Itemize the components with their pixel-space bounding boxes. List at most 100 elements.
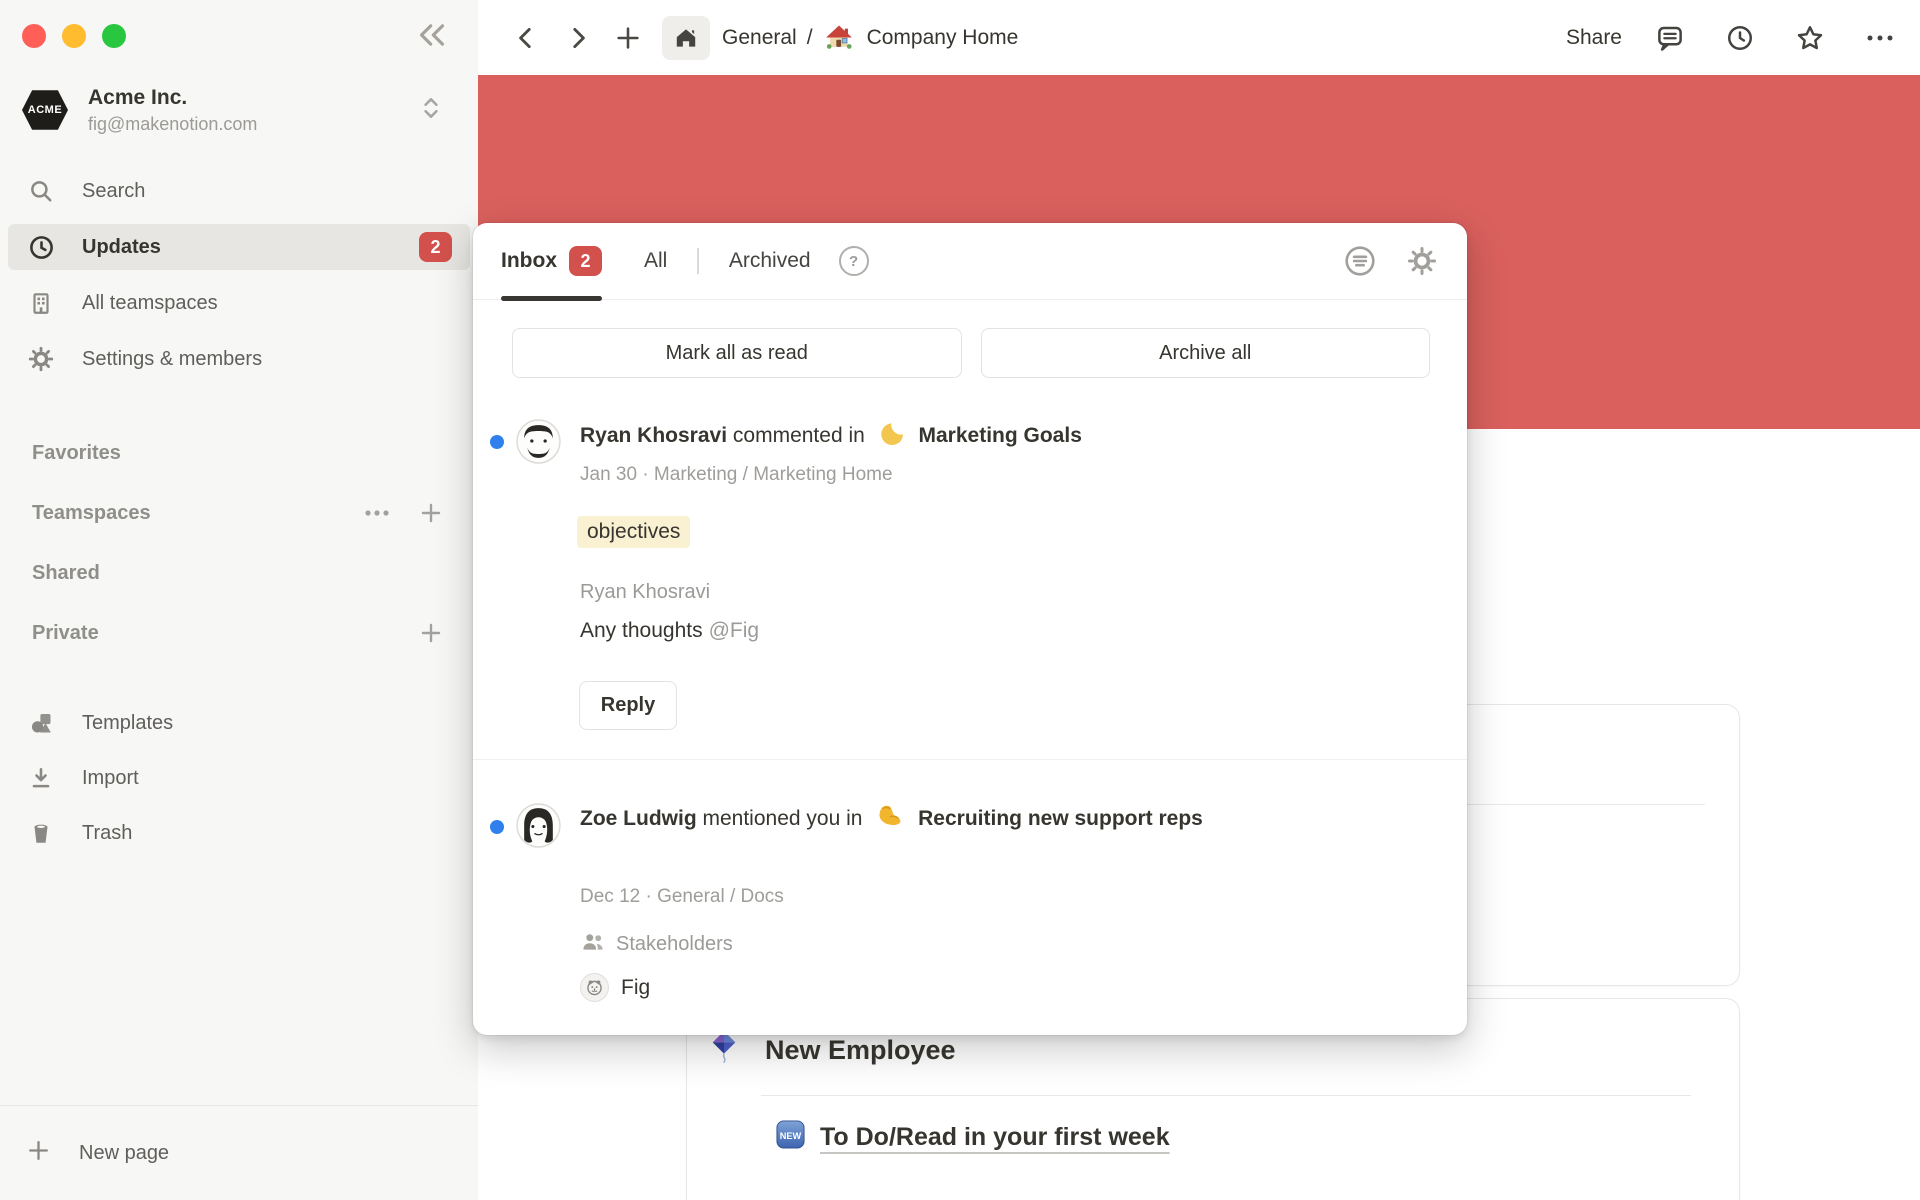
comment-text: Any thoughts — [580, 619, 703, 642]
breadcrumb-root[interactable]: General — [722, 26, 797, 50]
avatar-zoe — [516, 803, 561, 848]
breadcrumb-separator: / — [807, 26, 813, 50]
help-icon[interactable]: ? — [839, 246, 869, 276]
workspace-logo: ACME — [22, 89, 68, 132]
topbar-actions: Share — [1566, 16, 1920, 60]
import-icon — [26, 765, 56, 791]
sidebar-nav: Search Updates 2 — [8, 168, 470, 382]
sidebar-item-templates[interactable]: Templates — [8, 700, 470, 746]
actor-name: Ryan Khosravi — [580, 424, 727, 447]
updates-unread-badge: 2 — [419, 232, 452, 262]
chevron-updown-icon — [420, 95, 442, 126]
new-page-button[interactable]: New page — [0, 1128, 478, 1178]
sidebar-section-shared[interactable]: Shared — [0, 558, 470, 588]
workspace-name: Acme Inc. — [88, 86, 420, 110]
target-page: Marketing Goals — [919, 424, 1082, 447]
updates-tabs-header: Inbox 2 All Archived ? — [473, 223, 1467, 300]
sidebar-item-label: Updates — [82, 236, 161, 259]
section-heading: New Employee — [765, 1035, 956, 1066]
action-text: mentioned you in — [703, 807, 863, 830]
share-button[interactable]: Share — [1566, 26, 1622, 50]
zoom-window-button[interactable] — [102, 24, 126, 48]
sidebar-item-all-teamspaces[interactable]: All teamspaces — [8, 280, 470, 326]
plus-icon — [26, 1138, 51, 1168]
plus-icon — [419, 621, 443, 645]
plus-icon — [419, 501, 443, 525]
double-chevron-left-icon — [415, 38, 449, 53]
history-button[interactable] — [1718, 16, 1762, 60]
new-page-label: New page — [79, 1142, 169, 1165]
building-icon — [26, 290, 56, 316]
close-window-button[interactable] — [22, 24, 46, 48]
settings-gear-icon[interactable] — [1405, 244, 1439, 278]
kite-emoji — [707, 1029, 741, 1072]
actor-name: Zoe Ludwig — [580, 807, 697, 830]
sidebar-section-favorites[interactable]: Favorites — [0, 438, 470, 468]
notification-mention[interactable]: Zoe Ludwig mentioned you in Recruiting n… — [473, 760, 1467, 1035]
sidebar-sections: Favorites Teamspaces — [0, 438, 470, 648]
sidebar-item-label: Search — [82, 180, 145, 203]
sidebar-item-label: All teamspaces — [82, 292, 218, 315]
notion-app-window: ACME Acme Inc. fig@makenotion.com Search — [0, 0, 1920, 1200]
comment-author: Ryan Khosravi — [580, 581, 710, 604]
sidebar-item-search[interactable]: Search — [8, 168, 470, 214]
sidebar: ACME Acme Inc. fig@makenotion.com Search — [0, 0, 478, 1200]
unread-dot — [490, 435, 504, 449]
comments-button[interactable] — [1648, 16, 1692, 60]
chevron-left-icon — [513, 25, 539, 51]
comment-context-highlight: objectives — [577, 516, 690, 548]
home-icon — [673, 25, 699, 51]
filter-icon[interactable] — [1343, 244, 1377, 278]
inbox-count-badge: 2 — [569, 246, 602, 276]
avatar-ryan — [516, 419, 561, 464]
nav-forward-button[interactable] — [558, 18, 598, 58]
sidebar-item-label: Templates — [82, 712, 173, 735]
minimize-window-button[interactable] — [62, 24, 86, 48]
sidebar-item-label: Import — [82, 767, 139, 790]
unread-dot — [490, 820, 504, 834]
tab-inbox[interactable]: Inbox 2 — [501, 223, 602, 300]
workspace-switcher[interactable]: ACME Acme Inc. fig@makenotion.com — [22, 84, 456, 136]
tab-all[interactable]: All — [644, 223, 667, 300]
clock-icon — [26, 234, 56, 261]
gear-icon — [26, 346, 56, 372]
collapse-sidebar-button[interactable] — [412, 16, 452, 56]
svg-text:NEW: NEW — [780, 1131, 802, 1141]
archive-all-button[interactable]: Archive all — [981, 328, 1431, 378]
tab-archived[interactable]: Archived — [729, 223, 811, 300]
trash-icon — [26, 820, 56, 846]
search-icon — [26, 178, 56, 204]
notification-meta: Dec 12 · General / Docs — [580, 886, 784, 908]
house-emoji — [823, 22, 855, 54]
more-options-button[interactable] — [1858, 16, 1902, 60]
window-controls — [22, 24, 126, 48]
workspace-email: fig@makenotion.com — [88, 114, 420, 135]
muscle-emoji — [876, 802, 904, 843]
people-icon — [580, 929, 606, 960]
breadcrumb-page-title[interactable]: Company Home — [867, 26, 1019, 50]
new-tab-button[interactable] — [608, 18, 648, 58]
moon-emoji — [879, 421, 905, 456]
ellipsis-icon — [364, 508, 390, 518]
sidebar-section-teamspaces[interactable]: Teamspaces — [0, 498, 470, 528]
sidebar-divider — [0, 1105, 478, 1106]
mark-all-read-button[interactable]: Mark all as read — [512, 328, 962, 378]
notification-meta: Jan 30 · Marketing / Marketing Home — [580, 464, 893, 486]
sidebar-item-trash[interactable]: Trash — [8, 810, 470, 856]
favorite-button[interactable] — [1788, 16, 1832, 60]
nav-back-button[interactable] — [506, 18, 546, 58]
updates-popover: Inbox 2 All Archived ? — [473, 223, 1467, 1035]
teamspaces-add-button[interactable] — [416, 498, 446, 528]
new-badge-emoji: NEW — [775, 1119, 806, 1155]
sidebar-item-settings-members[interactable]: Settings & members — [8, 336, 470, 382]
notification-comment[interactable]: Ryan Khosravi commented in Marketing Goa… — [473, 401, 1467, 759]
sidebar-item-import[interactable]: Import — [8, 755, 470, 801]
sidebar-section-private[interactable]: Private — [0, 618, 470, 648]
teamspaces-more-button[interactable] — [362, 498, 392, 528]
reply-button[interactable]: Reply — [579, 681, 677, 730]
sidebar-item-label: Settings & members — [82, 348, 262, 371]
todo-page-link[interactable]: NEW To Do/Read in your first week — [775, 1119, 1170, 1155]
home-breadcrumb-chip[interactable] — [662, 16, 710, 60]
private-add-button[interactable] — [416, 618, 446, 648]
sidebar-item-updates[interactable]: Updates 2 — [8, 224, 470, 270]
